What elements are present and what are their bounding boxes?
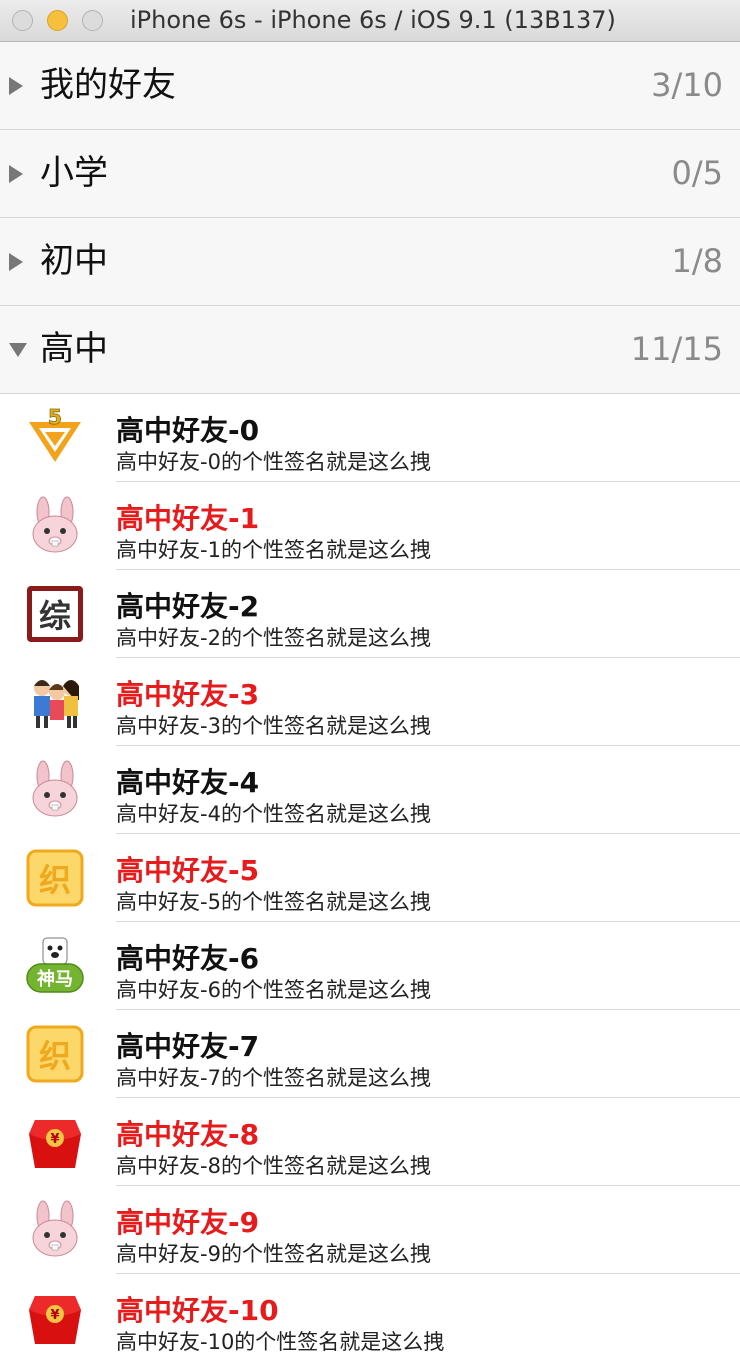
svg-text:织: 织	[39, 1037, 71, 1075]
friend-row[interactable]: 高中好友-4 高中好友-4的个性签名就是这么拽	[0, 746, 740, 834]
svg-text:5: 5	[48, 408, 62, 429]
friend-signature: 高中好友-5的个性签名就是这么拽	[116, 890, 431, 914]
window-titlebar: iPhone 6s - iPhone 6s / iOS 9.1 (13B137)	[0, 0, 740, 42]
friend-row[interactable]: ¥ 高中好友-8 高中好友-8的个性签名就是这么拽	[0, 1098, 740, 1186]
friend-signature: 高中好友-3的个性签名就是这么拽	[116, 714, 431, 738]
friend-name: 高中好友-3	[116, 678, 260, 711]
red-envelope-icon: ¥	[25, 1112, 85, 1172]
friend-name: 高中好友-4	[116, 766, 260, 799]
friend-signature: 高中好友-9的个性签名就是这么拽	[116, 1242, 431, 1266]
group-header-high-school[interactable]: 高中 11/15	[0, 306, 740, 394]
shenma-icon: 神马	[25, 936, 85, 996]
friend-name: 高中好友-2	[116, 590, 260, 623]
collapsed-arrow-icon	[9, 130, 23, 217]
friend-row[interactable]: 织 高中好友-5 高中好友-5的个性签名就是这么拽	[0, 834, 740, 922]
group-name: 高中	[40, 329, 108, 369]
friend-row[interactable]: 织 高中好友-7 高中好友-7的个性签名就是这么拽	[0, 1010, 740, 1098]
friend-name: 高中好友-9	[116, 1206, 260, 1239]
friend-name: 高中好友-10	[116, 1294, 279, 1327]
friend-row[interactable]: 高中好友-1 高中好友-1的个性签名就是这么拽	[0, 482, 740, 570]
svg-text:神马: 神马	[37, 968, 73, 990]
svg-text:¥: ¥	[50, 1132, 59, 1147]
svg-text:¥: ¥	[50, 1308, 59, 1323]
friend-signature: 高中好友-1的个性签名就是这么拽	[116, 538, 431, 562]
friend-name: 高中好友-6	[116, 942, 260, 975]
friend-row[interactable]: 高中好友-9 高中好友-9的个性签名就是这么拽	[0, 1186, 740, 1274]
friend-name: 高中好友-0	[116, 414, 260, 447]
friend-signature: 高中好友-2的个性签名就是这么拽	[116, 626, 431, 650]
people-group-icon	[25, 672, 85, 732]
friend-row[interactable]: 综 高中好友-2 高中好友-2的个性签名就是这么拽	[0, 570, 740, 658]
group-header-primary-school[interactable]: 小学 0/5	[0, 130, 740, 218]
group-name: 小学	[40, 153, 108, 193]
group-online-count: 1/8	[671, 242, 724, 280]
svg-text:织: 织	[39, 861, 71, 899]
zhi-badge-icon: 织	[25, 1024, 85, 1084]
zhi-badge-icon: 织	[25, 848, 85, 908]
friend-row[interactable]: 神马 高中好友-6 高中好友-6的个性签名就是这么拽	[0, 922, 740, 1010]
v5-badge-icon: 5	[25, 408, 85, 468]
group-header-middle-school[interactable]: 初中 1/8	[0, 218, 740, 306]
friend-row[interactable]: 高中好友-3 高中好友-3的个性签名就是这么拽	[0, 658, 740, 746]
friend-signature: 高中好友-4的个性签名就是这么拽	[116, 802, 431, 826]
svg-text:综: 综	[39, 597, 71, 635]
collapsed-arrow-icon	[9, 42, 23, 129]
window-title: iPhone 6s - iPhone 6s / iOS 9.1 (13B137)	[130, 6, 616, 34]
friend-signature: 高中好友-0的个性签名就是这么拽	[116, 450, 431, 474]
friend-name: 高中好友-1	[116, 502, 260, 535]
zong-badge-icon: 综	[25, 584, 85, 644]
friend-signature: 高中好友-7的个性签名就是这么拽	[116, 1066, 431, 1090]
group-name: 初中	[40, 241, 108, 281]
friend-group-list: 我的好友 3/10 小学 0/5 初中 1/8 高中 11/15 5 高中好友-…	[0, 42, 740, 1362]
expanded-arrow-icon	[9, 306, 27, 393]
friend-name: 高中好友-5	[116, 854, 260, 887]
friend-row[interactable]: ¥ 高中好友-10 高中好友-10的个性签名就是这么拽	[0, 1274, 740, 1362]
group-online-count: 0/5	[671, 154, 724, 192]
friend-signature: 高中好友-10的个性签名就是这么拽	[116, 1330, 445, 1354]
group-online-count: 3/10	[651, 66, 723, 104]
friend-name: 高中好友-8	[116, 1118, 260, 1151]
group-name: 我的好友	[40, 65, 176, 105]
friend-name: 高中好友-7	[116, 1030, 260, 1063]
bunny-icon	[25, 496, 85, 556]
friend-signature: 高中好友-8的个性签名就是这么拽	[116, 1154, 431, 1178]
group-online-count: 11/15	[630, 330, 723, 368]
group-header-my-friends[interactable]: 我的好友 3/10	[0, 42, 740, 130]
red-envelope-icon: ¥	[25, 1288, 85, 1348]
friend-signature: 高中好友-6的个性签名就是这么拽	[116, 978, 431, 1002]
friend-row[interactable]: 5 高中好友-0 高中好友-0的个性签名就是这么拽	[0, 394, 740, 482]
bunny-icon	[25, 760, 85, 820]
friend-list: 5 高中好友-0 高中好友-0的个性签名就是这么拽 高中好友-1 高中好友-1的个性…	[0, 394, 740, 1362]
bunny-icon	[25, 1200, 85, 1260]
collapsed-arrow-icon	[9, 218, 23, 305]
